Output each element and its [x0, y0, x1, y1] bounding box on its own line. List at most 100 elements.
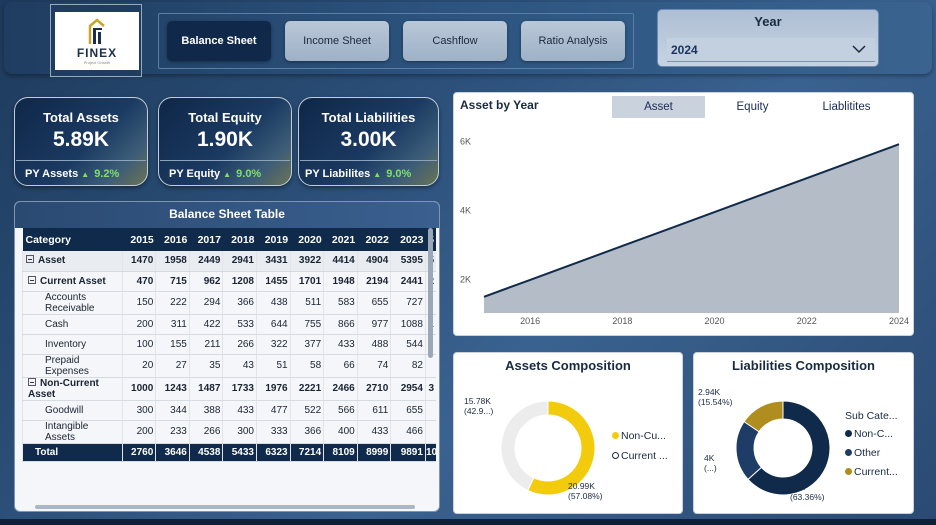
table-cell: 43 — [222, 354, 257, 378]
table-cell: 1243 — [155, 377, 190, 401]
tab-ratio-analysis[interactable]: Ratio Analysis — [521, 21, 625, 61]
table-cell: 400 — [323, 420, 358, 444]
table-cell: 1976 — [256, 377, 291, 401]
table-cell: 200 — [121, 314, 156, 335]
collapse-icon[interactable] — [28, 275, 36, 284]
total-cell: 10 — [424, 443, 436, 462]
tab-income-sheet[interactable]: Income Sheet — [285, 21, 389, 61]
row-label[interactable]: Current Asset — [22, 271, 123, 292]
balance-sheet-table: Category 2015 2016 2017 2018 2019 2020 2021 2022… — [22, 228, 436, 462]
table-cell: 155 — [155, 334, 190, 355]
column-header-year[interactable]: 2021 — [323, 228, 358, 251]
finex-logo-icon — [88, 17, 105, 44]
table-cell: 58 — [289, 354, 324, 378]
donut-slice[interactable] — [500, 400, 549, 492]
assets-composition-card: Assets Composition 15.78K (42.9...) 20.99… — [453, 352, 683, 514]
column-header-year[interactable]: 2023 — [390, 228, 426, 251]
column-header-year[interactable]: 2020 — [290, 228, 324, 251]
row-label-text: Current Asset — [40, 275, 106, 287]
legend-item-noncurrent[interactable]: Non-Cu... — [612, 430, 666, 442]
tab-balance-sheet[interactable]: Balance Sheet — [167, 21, 271, 61]
table-row: Goodwill 300 344 388 433 477 522 566 611 655 — [22, 400, 436, 421]
table-cell: 655 — [356, 291, 391, 315]
table-cell: 4414 — [323, 251, 358, 272]
column-header-year[interactable]: 2019 — [256, 228, 291, 251]
column-header-year[interactable]: 2017 — [189, 228, 223, 251]
tab-cashflow[interactable]: Cashflow — [403, 21, 507, 61]
total-cell: 4538 — [188, 443, 223, 462]
collapse-icon[interactable] — [26, 255, 34, 264]
table-vertical-scrollbar[interactable] — [428, 228, 433, 358]
table-cell: 2221 — [289, 377, 324, 401]
year-dropdown[interactable]: 2024 — [667, 38, 875, 62]
table-row: Current Asset 470 715 962 1208 1455 1701 1948 21… — [22, 271, 436, 292]
table-cell: 422 — [188, 314, 223, 335]
table-cell: 1455 — [256, 271, 291, 292]
total-cell: 8999 — [356, 443, 391, 462]
legend-item-other[interactable]: Other — [845, 447, 880, 459]
table-cell: 1958 — [155, 251, 190, 272]
table-cell: 20 — [121, 354, 156, 378]
table-cell: 466 — [390, 420, 426, 444]
table-cell: 583 — [323, 291, 358, 315]
kpi-py: PY Equity ▲ 9.0% — [169, 168, 262, 180]
collapse-icon[interactable] — [28, 377, 36, 386]
column-header-year[interactable]: 2016 — [155, 228, 190, 251]
table-row: Prepaid Expenses 20 27 35 43 51 58 66 74 82 — [22, 354, 436, 378]
x-tick-label: 2016 — [520, 316, 540, 326]
kpi-value: 5.89K — [52, 128, 110, 151]
year-slicer-title: Year — [754, 14, 782, 29]
footer-bar — [0, 519, 936, 525]
table-cell: 294 — [188, 291, 223, 315]
table-cell: 611 — [356, 400, 391, 421]
year-selected-value: 2024 — [671, 43, 698, 57]
table-row: Cash20031142253364475586697710881 — [22, 314, 436, 335]
table-cell: 470 — [121, 271, 156, 292]
legend-item-current[interactable]: Current... — [845, 466, 898, 478]
area-series-fill[interactable] — [484, 144, 899, 313]
table-horizontal-scrollbar[interactable] — [35, 505, 415, 509]
table-cell: 1470 — [121, 251, 156, 272]
legend-item-noncurrent[interactable]: Non-C... — [845, 428, 893, 440]
row-label: Goodwill — [22, 400, 123, 421]
row-label[interactable]: Asset — [22, 251, 123, 272]
brand-name: FINEX — [76, 45, 118, 60]
legend-title: Sub Cate... — [845, 410, 898, 422]
column-header-year[interactable]: 2015 — [122, 228, 156, 251]
column-header-year[interactable]: 2022 — [357, 228, 391, 251]
table-cell: 2441 — [390, 271, 426, 292]
table-cell: 433 — [356, 420, 391, 444]
table-row: Accounts Receivable 150 222 294 366 438 511 583… — [22, 291, 436, 315]
table-cell: 2710 — [356, 377, 391, 401]
table-cell: 2954 — [390, 377, 426, 401]
row-label-text: Intangible Assets — [45, 420, 89, 443]
column-header-category[interactable]: Category — [22, 228, 123, 251]
legend-item-current[interactable]: Current ... — [612, 450, 668, 462]
table-cell: 333 — [256, 420, 291, 444]
table-cell: 27 — [155, 354, 190, 378]
y-tick-label: 4K — [460, 205, 471, 215]
x-tick-label: 2022 — [797, 316, 817, 326]
table-cell: 222 — [155, 291, 190, 315]
row-label: Cash — [22, 314, 123, 335]
y-tick-label: 2K — [460, 274, 471, 284]
kpi-title: Total Liabilities — [321, 110, 416, 125]
table-cell: 488 — [356, 334, 391, 355]
column-header-year[interactable]: 2018 — [222, 228, 257, 251]
table-cell: 727 — [390, 291, 426, 315]
row-label[interactable]: Non-Current Asset — [22, 377, 123, 401]
table-cell: 66 — [323, 354, 358, 378]
table-cell: 644 — [256, 314, 291, 335]
up-arrow-icon: ▲ — [81, 170, 90, 179]
data-label-other: 4K (...) — [704, 453, 717, 473]
table-cell: 300 — [121, 400, 156, 421]
row-label-text: Prepaid Expenses — [45, 354, 89, 377]
row-label-text: Accounts Receivable — [45, 291, 95, 314]
table-cell: 266 — [188, 420, 223, 444]
table-cell: 433 — [323, 334, 358, 355]
table-cell: 366 — [289, 420, 324, 444]
row-label-text: Non-Current Asset — [28, 377, 99, 400]
table-cell: 1487 — [188, 377, 223, 401]
table-cell: 2466 — [323, 377, 358, 401]
total-cell: 9891 — [390, 443, 426, 462]
